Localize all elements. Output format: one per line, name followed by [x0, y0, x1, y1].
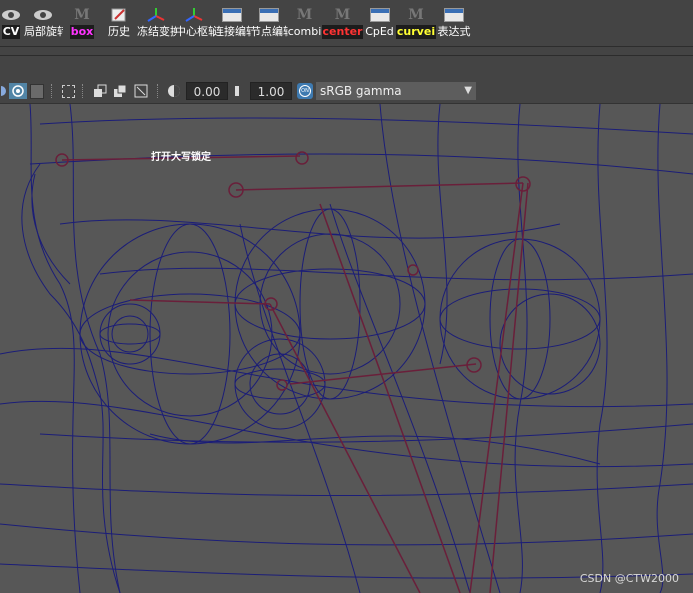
shelf-label: 历史	[108, 25, 130, 38]
xray-icon[interactable]	[0, 83, 6, 99]
shelf-button-cv[interactable]: CV	[0, 6, 22, 40]
shelf: CV 局部旋转 M box 历史 冻结变换 中心枢轴 连接编辑器 节点编辑器	[0, 0, 693, 47]
mel-script-icon: M	[408, 6, 424, 23]
eye-icon	[32, 6, 54, 23]
shelf-label: 中心枢轴	[175, 25, 214, 38]
toolbar-divider	[155, 83, 161, 99]
shelf-button-center-pivot[interactable]: 中心枢轴	[175, 6, 214, 40]
shelf-button-center[interactable]: M center	[321, 6, 364, 40]
shelf-label: 节点编辑器	[250, 25, 288, 38]
shelf-label: CpEd	[365, 25, 394, 38]
viewport-toolbar: 0.00 1.00 ON sRGB gamma ▼	[0, 79, 693, 104]
pencil-icon	[108, 6, 130, 23]
shelf-button-local-rotate[interactable]: 局部旋转	[24, 6, 63, 40]
mel-script-icon: M	[334, 6, 351, 23]
toolbar-divider	[80, 83, 86, 99]
shelf-button-connection-editor[interactable]: 连接编辑器	[213, 6, 251, 40]
separator-strip	[0, 47, 693, 79]
shelf-button-expression[interactable]: 表达式	[436, 6, 472, 40]
toolbar-divider	[49, 83, 55, 99]
shelf-button-node-editor[interactable]: 节点编辑器	[250, 6, 288, 40]
shading-icon[interactable]	[30, 83, 44, 99]
exposure-icon[interactable]	[166, 83, 182, 99]
shelf-button-curvei[interactable]: M curvei	[395, 6, 437, 40]
mel-script-icon: M	[296, 6, 313, 23]
eye-icon	[0, 6, 22, 23]
axes-icon	[145, 6, 167, 23]
shelf-button-cped[interactable]: CpEd	[363, 6, 396, 40]
color-management-toggle-icon[interactable]: ON	[297, 83, 313, 99]
select-camera-icon[interactable]	[61, 83, 75, 99]
shelf-label: curvei	[395, 25, 437, 39]
window-icon	[258, 6, 280, 23]
shelf-button-box[interactable]: M box	[66, 6, 98, 40]
isolate-select-icon[interactable]	[9, 83, 27, 99]
shelf-button-history[interactable]: 历史	[104, 6, 134, 40]
caps-lock-hud: 打开大写锁定	[151, 152, 211, 163]
viewport-3d[interactable]: 打开大写锁定 CSDN @CTW2000	[0, 104, 693, 593]
shelf-label: 局部旋转	[24, 25, 63, 38]
window-icon	[443, 6, 465, 23]
window-icon	[369, 6, 391, 23]
resolution-gate-icon[interactable]	[134, 83, 148, 99]
shelf-label: center	[321, 25, 364, 39]
color-management-select[interactable]: sRGB gamma ▼	[316, 82, 476, 100]
shelf-label: 冻结变换	[137, 25, 176, 38]
shelf-button-combi[interactable]: M combi	[287, 6, 322, 40]
layout-icon[interactable]	[113, 83, 127, 99]
chevron-down-icon: ▼	[464, 85, 472, 96]
mel-script-icon: M	[74, 6, 90, 23]
shelf-label: 连接编辑器	[213, 25, 251, 38]
shelf-label: 表达式	[437, 25, 471, 38]
window-icon	[221, 6, 243, 23]
axes-icon	[183, 6, 205, 23]
shelf-label: combi	[287, 25, 322, 38]
color-management-value: sRGB gamma	[320, 84, 402, 98]
shelf-button-freeze-transform[interactable]: 冻结变换	[137, 6, 176, 40]
wireframe-mesh	[0, 104, 693, 593]
two-pane-icon[interactable]	[93, 83, 107, 99]
shelf-label: CV	[1, 25, 21, 39]
divider	[0, 55, 693, 56]
exposure-field[interactable]: 0.00	[186, 82, 228, 100]
watermark: CSDN @CTW2000	[579, 572, 679, 585]
gamma-icon[interactable]	[232, 83, 246, 99]
gamma-field[interactable]: 1.00	[250, 82, 292, 100]
shelf-label: box	[69, 25, 95, 39]
